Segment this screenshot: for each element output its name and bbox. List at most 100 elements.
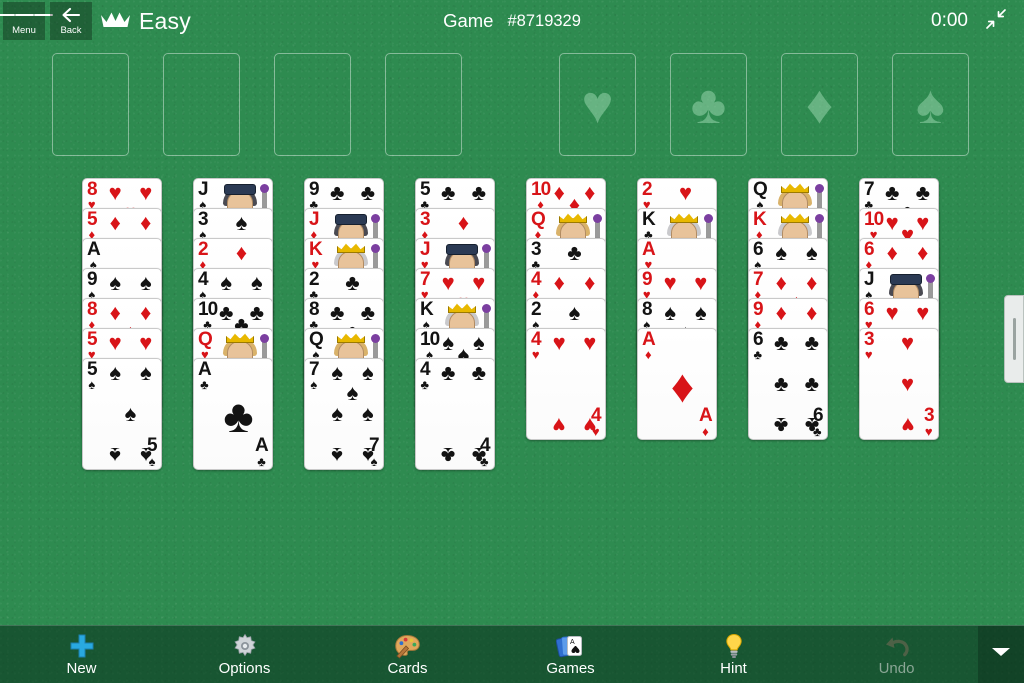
lightbulb-icon <box>723 633 745 659</box>
card-pips: ♠ ♠ ♠ ♠ ♠ <box>109 359 152 469</box>
collapse-arrows-icon <box>985 8 1007 35</box>
game-word-label: Game <box>443 10 494 31</box>
tableau: 8♥8♥♥♥♥♥♥♥♥♥5♦5♦♦♦♦♦♦A♠A♠♠9♠9♠♠♠♠♠♠♠♠♠♠8… <box>0 0 1024 683</box>
card-4-♥[interactable]: 4 ♥ 4 ♥ ♥ ♥ ♥ ♥ <box>526 328 606 440</box>
toolbar-undo-label: Undo <box>878 659 915 677</box>
card-corner-index: 7 ♥ <box>420 269 431 302</box>
card-corner-index: J ♥ <box>420 239 431 272</box>
card-corner-index: K ♣ <box>642 209 656 242</box>
drawer-grip-icon <box>1012 318 1016 360</box>
card-pips: ♣ <box>223 390 254 443</box>
menu-button[interactable]: Menu <box>0 2 53 40</box>
card-corner-index: 5 ♦ <box>87 209 98 242</box>
top-bar: Menu Back Easy Game #8719329 0:00 <box>0 0 1024 42</box>
card-6-♣[interactable]: 6 ♣ 6 ♣ ♣ ♣ ♣ ♣ ♣ ♣ <box>748 328 828 440</box>
card-5-♠[interactable]: 5 ♠ 5 ♠ ♠ ♠ ♠ ♠ ♠ <box>82 358 162 470</box>
card-corner-index: J ♠ <box>864 269 875 302</box>
card-pips: ♠ ♠ ♠ ♠ ♠ ♠ ♠ <box>331 359 374 469</box>
card-7-♠[interactable]: 7 ♠ 7 ♠ ♠ ♠ ♠ ♠ ♠ ♠ ♠ <box>304 358 384 470</box>
tableau-column-1[interactable]: 8♥8♥♥♥♥♥♥♥♥♥5♦5♦♦♦♦♦♦A♠A♠♠9♠9♠♠♠♠♠♠♠♠♠♠8… <box>82 178 162 470</box>
tableau-column-3[interactable]: 9♣9♣♣♣♣♣♣♣♣♣♣J♦J♦K♥K♥2♣2♣♣♣8♣8♣♣♣♣♣♣♣♣♣Q… <box>304 178 384 470</box>
card-corner-index: 8 ♥ <box>87 179 98 212</box>
toolbar-hint[interactable]: Hint <box>652 626 815 683</box>
card-corner-index: 2 ♣ <box>309 269 320 302</box>
gear-icon <box>232 633 258 659</box>
card-corner-index: 9 ♥ <box>642 269 653 302</box>
card-corner-index: 10 ♥ <box>864 209 884 242</box>
tableau-column-5[interactable]: 10♦10♦♦♦♦♦♦♦♦♦♦♦Q♦Q♦3♣3♣♣♣♣4♦4♦♦♦♦♦2♠2♠♠… <box>526 178 606 440</box>
card-corner-index: 3 ♥ <box>864 329 875 362</box>
card-corner-index: 9 ♠ <box>87 269 98 302</box>
card-corner-index: K ♥ <box>309 239 323 272</box>
toolbar-options-label: Options <box>218 659 271 677</box>
card-corner-index: 8 ♦ <box>87 299 98 332</box>
card-corner-index: 7 ♠ <box>309 359 320 392</box>
card-pips: ♦ <box>670 360 695 413</box>
tableau-column-7[interactable]: Q♠Q♠K♦K♦6♠6♠♠♠♠♠♠♠7♦7♦♦♦♦♦♦♦♦9♦9♦♦♦♦♦♦♦♦… <box>748 178 828 440</box>
side-drawer-handle[interactable] <box>1004 295 1024 383</box>
card-corner-index: Q ♦ <box>531 209 546 242</box>
tableau-column-2[interactable]: J♠J♠3♠3♠♠♠♠2♦2♦♦♦4♠4♠♠♠♠♠10♣10♣♣♣♣♣♣♣♣♣♣… <box>193 178 273 470</box>
toolbar-games[interactable]: A Games <box>489 626 652 683</box>
plus-icon <box>69 633 95 659</box>
card-corner-index: 4 ♠ <box>198 269 209 302</box>
toolbar-new-label: New <box>66 659 97 677</box>
card-corner-index: 7 ♦ <box>753 269 764 302</box>
tableau-column-6[interactable]: 2♥2♥♥♥K♣K♣A♥A♥♥9♥9♥♥♥♥♥♥♥♥♥♥8♠8♠♠♠♠♠♠♠♠♠… <box>637 178 717 440</box>
toolbar-cards[interactable]: Cards <box>326 626 489 683</box>
card-corner-index: A ♥ <box>642 239 656 272</box>
game-number-label: #8719329 <box>507 11 581 30</box>
card-corner-index: J ♦ <box>309 209 320 242</box>
back-button[interactable]: Back <box>50 2 92 40</box>
hamburger-icon <box>0 7 53 24</box>
card-4-♣[interactable]: 4 ♣ 4 ♣ ♣ ♣ ♣ ♣ <box>415 358 495 470</box>
card-corner-index: 9 ♦ <box>753 299 764 332</box>
card-corner-index: A ♣ <box>198 359 212 392</box>
toolbar-options[interactable]: Options <box>163 626 326 683</box>
tableau-column-8[interactable]: 7♣7♣♣♣♣♣♣♣♣10♥10♥♥♥♥♥♥♥♥♥♥♥6♦6♦♦♦♦♦♦♦J♠J… <box>859 178 939 440</box>
card-corner-index: 8 ♠ <box>642 299 653 332</box>
undo-arrow-icon <box>883 633 911 659</box>
card-pips: ♣ ♣ ♣ ♣ <box>440 359 487 469</box>
card-A-♦[interactable]: A ♦ A ♦ ♦ <box>637 328 717 440</box>
left-arrow-icon <box>61 7 81 24</box>
card-corner-index: 6 ♥ <box>864 299 875 332</box>
card-corner-index: 3 ♦ <box>420 209 431 242</box>
svg-text:A: A <box>570 639 575 646</box>
difficulty-indicator: Easy <box>100 0 191 42</box>
card-pips: ♥ ♥ ♥ <box>900 329 915 439</box>
card-corner-index: Q ♠ <box>753 179 768 212</box>
toolbar-undo: Undo <box>815 626 978 683</box>
card-corner-index: 4 ♥ <box>531 329 542 362</box>
card-corner-index: 10 ♦ <box>531 179 551 212</box>
toolbar-cards-label: Cards <box>387 659 428 677</box>
cards-icon: A <box>556 633 585 659</box>
card-corner-index: 3 ♣ <box>531 239 542 272</box>
tableau-column-4[interactable]: 5♣5♣♣♣♣♣♣3♦3♦♦♦♦J♥J♥7♥7♥♥♥♥♥♥♥♥K♠K♠10♠10… <box>415 178 495 470</box>
card-corner-index: Q ♥ <box>198 329 213 362</box>
difficulty-label: Easy <box>139 7 191 34</box>
toolbar-expand-button[interactable] <box>978 625 1024 683</box>
card-corner-index: 7 ♣ <box>864 179 875 212</box>
toolbar-new[interactable]: New <box>0 626 163 683</box>
card-A-♣[interactable]: A ♣ A ♣ ♣ <box>193 358 273 470</box>
card-3-♥[interactable]: 3 ♥ 3 ♥ ♥ ♥ ♥ <box>859 328 939 440</box>
palette-icon <box>394 633 421 659</box>
timer-label: 0:00 <box>931 10 968 31</box>
card-corner-index: 2 ♦ <box>198 239 209 272</box>
card-corner-index: J ♠ <box>198 179 209 212</box>
crown-icon <box>100 10 131 34</box>
toolbar-games-label: Games <box>546 659 595 677</box>
card-corner-index: 2 ♥ <box>642 179 653 212</box>
card-corner-index: 2 ♠ <box>531 299 542 332</box>
card-pips: ♣ ♣ ♣ ♣ ♣ ♣ <box>773 329 820 439</box>
back-button-label: Back <box>60 24 82 36</box>
collapse-button[interactable] <box>974 0 1018 42</box>
card-corner-index: 4 ♦ <box>531 269 542 302</box>
card-corner-index: 6 ♦ <box>864 239 875 272</box>
card-corner-index: 3 ♠ <box>198 209 209 242</box>
bottom-toolbar: New Options Cards A Games Hint Undo <box>0 625 1024 683</box>
card-corner-index: 10 ♣ <box>198 299 218 332</box>
card-corner-index: 5 ♣ <box>420 179 431 212</box>
card-corner-index: K ♦ <box>753 209 767 242</box>
